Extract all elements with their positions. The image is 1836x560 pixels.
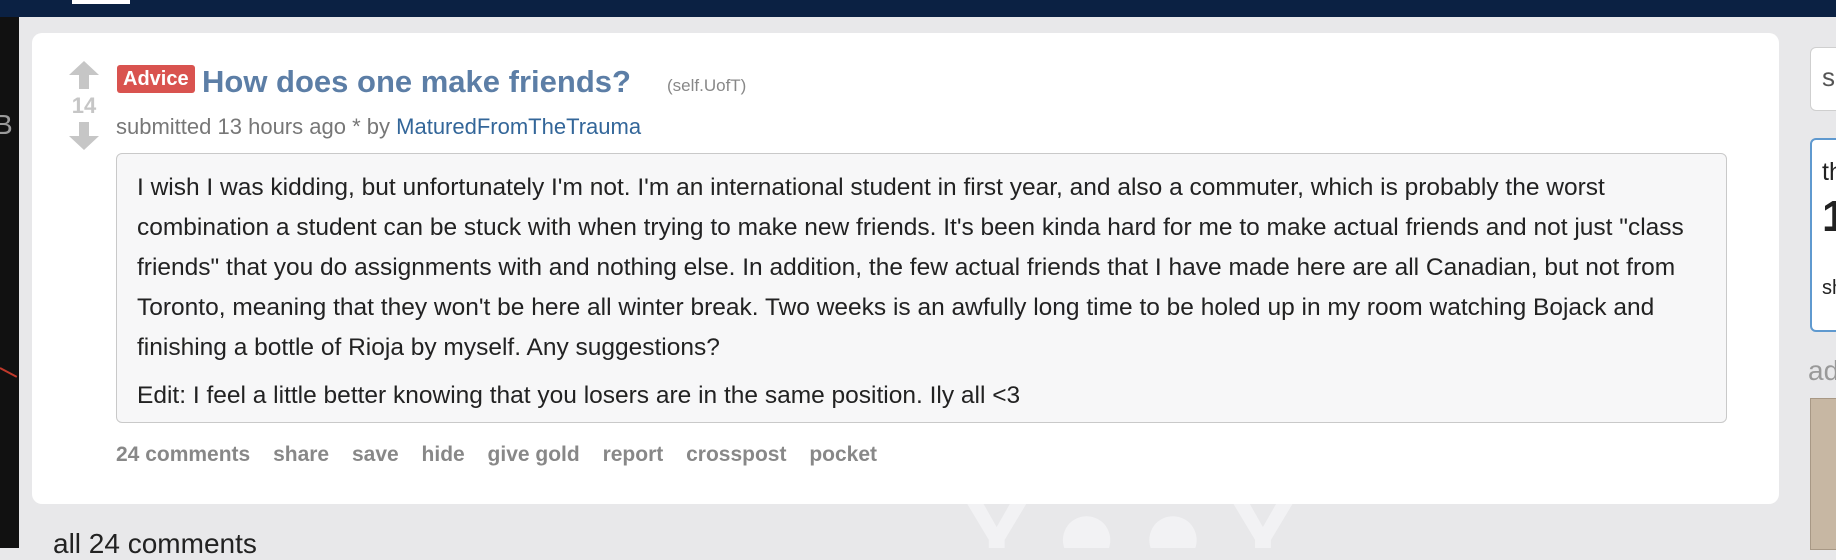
downvote-arrow-icon[interactable]	[66, 122, 102, 150]
post-title-link[interactable]: How does one make friends?	[202, 63, 631, 101]
save-button[interactable]: save	[352, 443, 399, 466]
edited-mark: *	[352, 114, 361, 139]
share-button[interactable]: share	[273, 443, 329, 466]
give-gold-button[interactable]: give gold	[488, 443, 580, 466]
comments-link[interactable]: 24 comments	[116, 443, 250, 466]
flair-badge: Advice	[117, 65, 195, 93]
sidebar-ad-label: ad	[1808, 355, 1836, 386]
report-button[interactable]: report	[603, 443, 664, 466]
sidebar-search-text: s	[1822, 62, 1835, 92]
top-nav-bar	[0, 0, 1836, 17]
submitted-label: submitted	[116, 114, 212, 139]
selftext-paragraph: I wish I was kidding, but unfortunately …	[137, 174, 1684, 361]
selftext-paragraph: Edit: I feel a little better knowing tha…	[137, 382, 1021, 409]
left-background-strip: B	[0, 17, 19, 548]
sidebar-search-input[interactable]: s	[1810, 47, 1836, 111]
post-card: 14 Advice How does one make friends? (se…	[32, 33, 1779, 504]
sidebar-ad-image[interactable]	[1810, 398, 1836, 550]
post-score: 14	[71, 93, 97, 118]
comments-heading: all 24 comments	[53, 528, 257, 559]
sidebar-box-number: 1	[1822, 192, 1836, 242]
sidebar-subreddit-box: th 1 sh	[1810, 138, 1836, 332]
submitted-time: 13 hours ago	[217, 114, 346, 139]
left-strip-line	[0, 367, 18, 378]
sidebar-box-line: th	[1822, 158, 1836, 186]
pocket-button[interactable]: pocket	[809, 443, 877, 466]
post-tagline: submitted 13 hours ago * by MaturedFromT…	[116, 113, 641, 141]
author-link[interactable]: MaturedFromTheTrauma	[396, 114, 641, 139]
post-buttons: 24 comments share save hide give gold re…	[116, 443, 894, 467]
left-strip-text: B	[0, 109, 13, 140]
sidebar-box-line: sh	[1822, 277, 1836, 299]
post-selftext: I wish I was kidding, but unfortunately …	[116, 153, 1727, 423]
by-label: by	[366, 114, 391, 139]
crosspost-button[interactable]: crosspost	[686, 443, 786, 466]
post-domain[interactable]: (self.UofT)	[667, 76, 746, 96]
upvote-arrow-icon[interactable]	[66, 61, 102, 89]
vote-column: 14	[66, 61, 102, 150]
hide-button[interactable]: hide	[422, 443, 465, 466]
top-nav-tab[interactable]	[72, 0, 130, 4]
